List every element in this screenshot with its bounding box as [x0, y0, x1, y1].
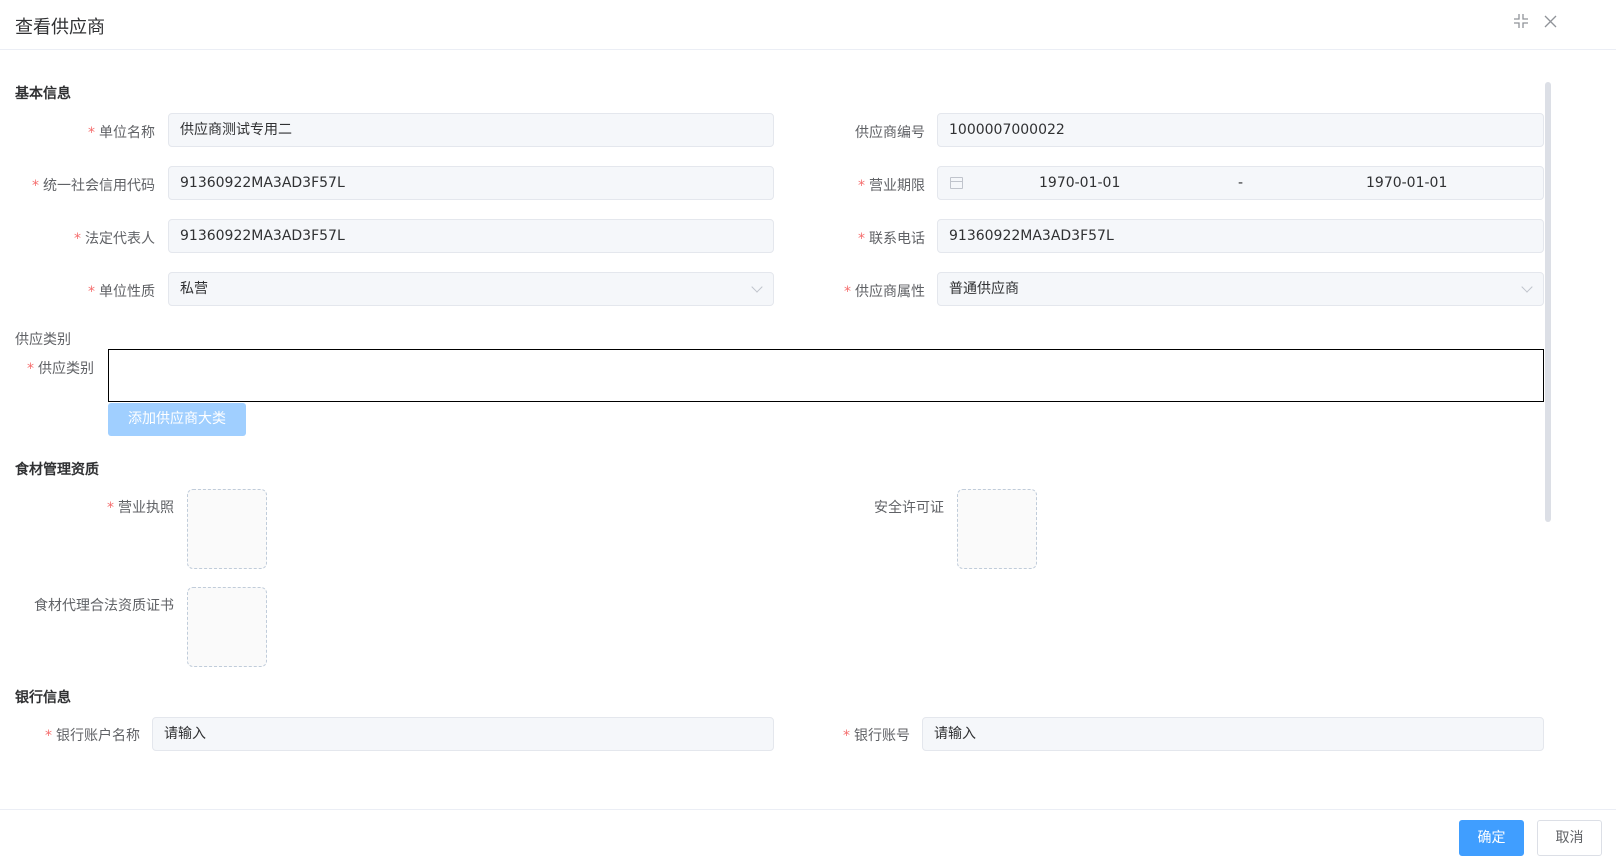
safety-permit-label: 安全许可证 — [874, 500, 944, 516]
business-term-label: * 营业期限 — [858, 178, 925, 194]
chevron-down-icon — [1521, 281, 1533, 293]
phone-label: * 联系电话 — [858, 231, 925, 247]
term-start-date[interactable]: 1970-01-01 — [1039, 167, 1120, 199]
agent-cert-label: 食材代理合法资质证书 — [34, 598, 174, 614]
dialog-title: 查看供应商 — [15, 17, 105, 38]
unit-nature-value: 私营 — [180, 281, 208, 297]
bank-account-name-label: * 银行账户名称 — [45, 728, 140, 744]
section-food-qualification: 食材管理资质 — [15, 462, 99, 478]
close-icon-svg — [1544, 15, 1556, 28]
chevron-down-icon — [751, 281, 763, 293]
bank-account-no-field[interactable]: 请输入 — [922, 717, 1544, 751]
supplier-code-label: 供应商编号 — [855, 125, 925, 141]
legal-rep-field[interactable]: 91360922MA3AD3F57L — [168, 219, 774, 253]
agent-cert-upload[interactable] — [187, 587, 267, 667]
legal-rep-label: * 法定代表人 — [74, 231, 155, 247]
unit-name-field[interactable]: 供应商测试专用二 — [168, 113, 774, 147]
license-upload[interactable] — [187, 489, 267, 569]
add-category-button[interactable]: 添加供应商大类 — [108, 403, 246, 436]
business-term-range[interactable]: 1970-01-01 - 1970-01-01 — [937, 166, 1544, 200]
confirm-button[interactable]: 确定 — [1459, 820, 1524, 856]
phone-field[interactable]: 91360922MA3AD3F57L — [937, 219, 1544, 253]
dialog-header: 查看供应商 — [0, 0, 1616, 50]
cancel-button[interactable]: 取消 — [1537, 820, 1602, 856]
supplier-attr-value: 普通供应商 — [949, 281, 1019, 297]
section-category-group: 供应类别 — [15, 332, 71, 348]
unit-nature-select[interactable]: 私营 — [168, 272, 774, 306]
section-basic-info: 基本信息 — [15, 86, 71, 102]
calendar-icon — [950, 177, 963, 189]
supplier-attr-select[interactable]: 普通供应商 — [937, 272, 1544, 306]
unit-name-label: * 单位名称 — [88, 125, 155, 141]
term-end-date[interactable]: 1970-01-01 — [1366, 167, 1447, 199]
license-label: * 营业执照 — [107, 500, 174, 516]
unit-nature-label: * 单位性质 — [88, 284, 155, 300]
credit-code-field[interactable]: 91360922MA3AD3F57L — [168, 166, 774, 200]
category-box[interactable] — [108, 349, 1544, 402]
dialog-body: 基本信息 * 单位名称 供应商测试专用二 供应商编号 1000007000022 … — [0, 51, 1616, 809]
category-label: * 供应类别 — [27, 361, 94, 377]
supplier-code-field[interactable]: 1000007000022 — [937, 113, 1544, 147]
scrollbar[interactable] — [1545, 82, 1551, 522]
section-bank-info: 银行信息 — [15, 690, 71, 706]
close-icon[interactable] — [1540, 13, 1560, 33]
bank-account-name-field[interactable]: 请输入 — [152, 717, 774, 751]
collapse-icon[interactable] — [1511, 13, 1531, 33]
credit-code-label: * 统一社会信用代码 — [32, 178, 155, 194]
bank-account-no-label: * 银行账号 — [843, 728, 910, 744]
safety-permit-upload[interactable] — [957, 489, 1037, 569]
term-separator: - — [1238, 175, 1244, 191]
supplier-attr-label: * 供应商属性 — [844, 284, 925, 300]
collapse-icon-svg — [1514, 14, 1528, 28]
dialog-footer: 确定 取消 — [0, 809, 1616, 866]
